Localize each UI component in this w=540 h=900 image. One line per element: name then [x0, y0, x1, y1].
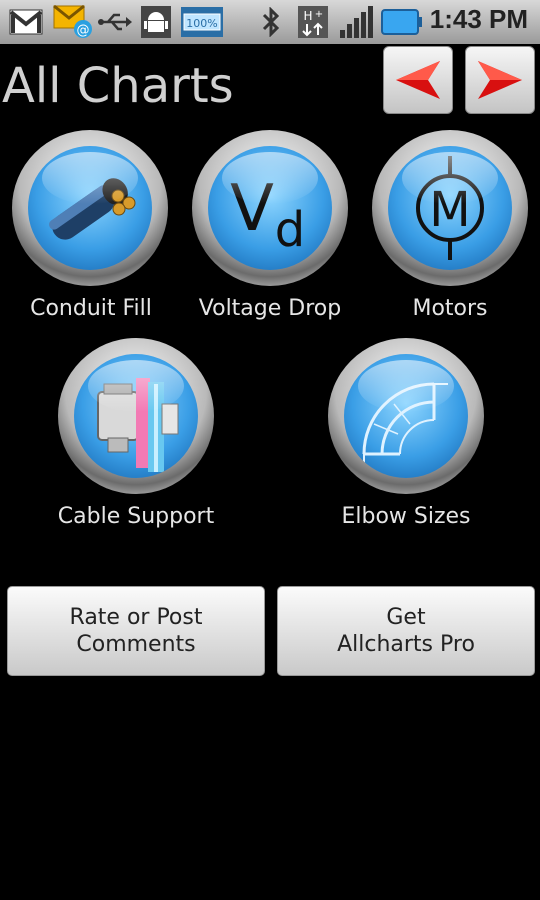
page-title: All Charts — [2, 58, 234, 114]
motors-label: Motors — [412, 296, 488, 321]
pro-line2: Allcharts Pro — [337, 632, 475, 657]
motors-button[interactable]: M — [372, 130, 528, 286]
right-arrow-icon — [478, 61, 522, 99]
left-arrow-icon — [396, 61, 440, 99]
conduit-fill-button[interactable] — [12, 130, 168, 286]
gmail-icon — [8, 6, 44, 38]
conduit-fill-label: Conduit Fill — [30, 296, 152, 321]
svg-text:@: @ — [77, 23, 90, 38]
next-button[interactable] — [465, 46, 535, 114]
get-pro-button[interactable]: Get Allcharts Pro — [277, 586, 535, 676]
elbow-sizes-button[interactable] — [328, 338, 484, 494]
new-email-icon: @ — [52, 5, 94, 38]
cable-support-label: Cable Support — [57, 504, 215, 529]
rate-line1: Rate or Post — [69, 605, 203, 630]
rate-comments-text: Rate or Post Comments — [70, 604, 203, 658]
svg-text:+: + — [315, 9, 323, 20]
clock: 1:43 PM — [429, 4, 528, 34]
usb-icon — [98, 6, 132, 38]
elbow-sizes-label: Elbow Sizes — [341, 504, 471, 529]
rate-comments-button[interactable]: Rate or Post Comments — [7, 586, 265, 676]
previous-button[interactable] — [383, 46, 453, 114]
status-bar: @ 100% H + 1:43 PM — [0, 0, 540, 44]
svg-text:H: H — [303, 9, 312, 23]
get-pro-text: Get Allcharts Pro — [337, 604, 475, 658]
battery-percent-icon: 100% — [180, 6, 224, 38]
cable-support-button[interactable] — [58, 338, 214, 494]
voltage-drop-button[interactable]: V d — [192, 130, 348, 286]
svg-text:100%: 100% — [186, 17, 217, 30]
android-debug-icon — [140, 6, 172, 38]
rate-line2: Comments — [76, 632, 196, 657]
voltage-drop-label: Voltage Drop — [198, 296, 342, 321]
pro-line1: Get — [386, 605, 426, 630]
battery-icon — [380, 6, 424, 38]
signal-icon — [338, 6, 374, 38]
svg-text:d: d — [275, 202, 305, 258]
bluetooth-icon — [258, 6, 284, 38]
hplus-data-icon: H + — [298, 6, 328, 38]
